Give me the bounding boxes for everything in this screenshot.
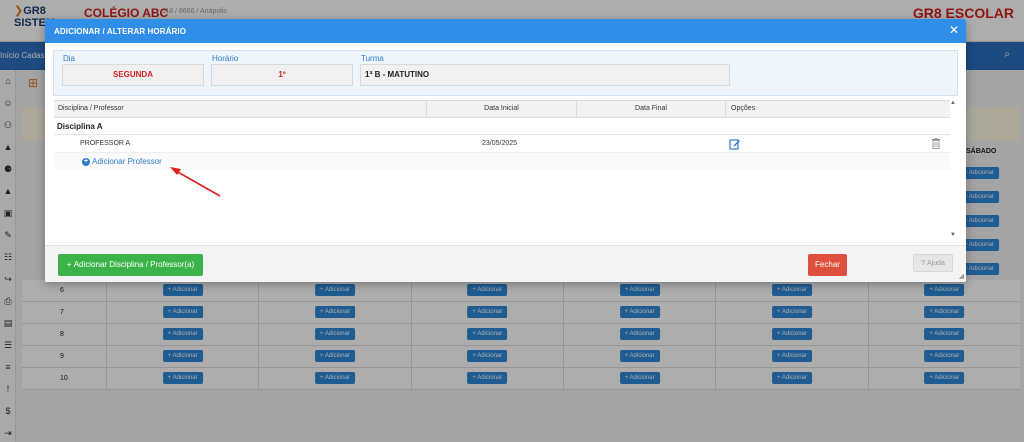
annotation-arrow bbox=[170, 167, 221, 197]
